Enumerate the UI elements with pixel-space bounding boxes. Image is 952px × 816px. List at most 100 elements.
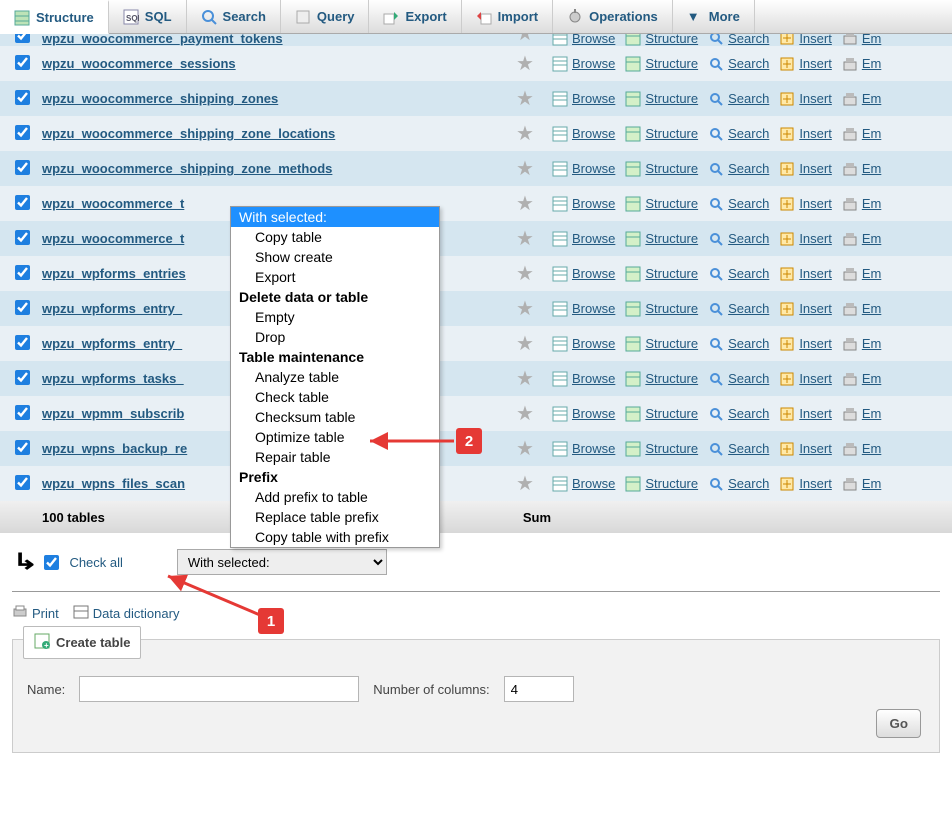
action-search[interactable]: Search: [704, 441, 773, 457]
create-table-tab[interactable]: + Create table: [23, 626, 141, 659]
menu-item[interactable]: Export: [231, 267, 439, 287]
action-insert[interactable]: Insert: [775, 441, 836, 457]
menu-item[interactable]: Copy table: [231, 227, 439, 247]
favorite-star-icon[interactable]: ★: [508, 401, 542, 426]
favorite-star-icon[interactable]: ★: [508, 261, 542, 286]
table-name-link[interactable]: wpzu_woocommerce_sessions: [42, 56, 502, 71]
action-browse[interactable]: Browse: [548, 301, 619, 317]
row-checkbox[interactable]: [15, 90, 30, 105]
action-insert[interactable]: Insert: [775, 406, 836, 422]
action-insert[interactable]: Insert: [775, 476, 836, 492]
tab-operations[interactable]: Operations: [553, 0, 673, 33]
favorite-star-icon[interactable]: ★: [508, 226, 542, 251]
menu-item[interactable]: Show create: [231, 247, 439, 267]
tab-export[interactable]: Export: [369, 0, 461, 33]
row-checkbox[interactable]: [15, 55, 30, 70]
action-insert[interactable]: Insert: [775, 91, 836, 107]
action-structure[interactable]: Structure: [621, 56, 702, 72]
row-checkbox[interactable]: [15, 34, 30, 43]
action-insert[interactable]: Insert: [775, 231, 836, 247]
row-checkbox[interactable]: [15, 195, 30, 210]
favorite-star-icon[interactable]: ★: [508, 34, 542, 46]
menu-item[interactable]: Analyze table: [231, 367, 439, 387]
action-empty[interactable]: Em: [838, 476, 886, 492]
row-checkbox[interactable]: [15, 405, 30, 420]
action-search[interactable]: Search: [704, 371, 773, 387]
action-browse[interactable]: Browse: [548, 196, 619, 212]
tab-sql[interactable]: SQLSQL: [109, 0, 187, 33]
action-search[interactable]: Search: [704, 336, 773, 352]
tab-more[interactable]: ▼More: [673, 0, 755, 33]
action-insert[interactable]: Insert: [775, 161, 836, 177]
action-search[interactable]: Search: [704, 161, 773, 177]
action-empty[interactable]: Em: [838, 196, 886, 212]
tab-search[interactable]: Search: [187, 0, 281, 33]
action-structure[interactable]: Structure: [621, 34, 702, 46]
go-button[interactable]: Go: [876, 709, 921, 738]
favorite-star-icon[interactable]: ★: [508, 191, 542, 216]
action-insert[interactable]: Insert: [775, 371, 836, 387]
action-search[interactable]: Search: [704, 301, 773, 317]
menu-item[interactable]: Checksum table: [231, 407, 439, 427]
action-structure[interactable]: Structure: [621, 266, 702, 282]
action-empty[interactable]: Em: [838, 336, 886, 352]
action-insert[interactable]: Insert: [775, 196, 836, 212]
menu-item[interactable]: Add prefix to table: [231, 487, 439, 507]
favorite-star-icon[interactable]: ★: [508, 296, 542, 321]
action-insert[interactable]: Insert: [775, 34, 836, 46]
action-insert[interactable]: Insert: [775, 336, 836, 352]
tab-import[interactable]: Import: [462, 0, 553, 33]
action-structure[interactable]: Structure: [621, 126, 702, 142]
row-checkbox[interactable]: [15, 160, 30, 175]
favorite-star-icon[interactable]: ★: [508, 471, 542, 496]
tab-query[interactable]: Query: [281, 0, 370, 33]
row-checkbox[interactable]: [15, 440, 30, 455]
action-browse[interactable]: Browse: [548, 126, 619, 142]
action-empty[interactable]: Em: [838, 441, 886, 457]
favorite-star-icon[interactable]: ★: [508, 436, 542, 461]
action-empty[interactable]: Em: [838, 406, 886, 422]
action-structure[interactable]: Structure: [621, 301, 702, 317]
table-name-link[interactable]: wpzu_woocommerce_shipping_zone_methods: [42, 161, 502, 176]
favorite-star-icon[interactable]: ★: [508, 86, 542, 111]
action-insert[interactable]: Insert: [775, 266, 836, 282]
action-insert[interactable]: Insert: [775, 126, 836, 142]
action-browse[interactable]: Browse: [548, 406, 619, 422]
action-insert[interactable]: Insert: [775, 56, 836, 72]
print-link[interactable]: Print: [32, 606, 59, 621]
table-name-link[interactable]: wpzu_woocommerce_shipping_zone_locations: [42, 126, 502, 141]
row-checkbox[interactable]: [15, 475, 30, 490]
checkall-checkbox[interactable]: [44, 555, 59, 570]
action-structure[interactable]: Structure: [621, 196, 702, 212]
action-browse[interactable]: Browse: [548, 91, 619, 107]
row-checkbox[interactable]: [15, 300, 30, 315]
action-empty[interactable]: Em: [838, 91, 886, 107]
favorite-star-icon[interactable]: ★: [508, 121, 542, 146]
action-structure[interactable]: Structure: [621, 406, 702, 422]
menu-item[interactable]: Drop: [231, 327, 439, 347]
action-search[interactable]: Search: [704, 126, 773, 142]
menu-item[interactable]: Check table: [231, 387, 439, 407]
table-name-input[interactable]: [79, 676, 359, 702]
action-empty[interactable]: Em: [838, 371, 886, 387]
action-search[interactable]: Search: [704, 34, 773, 46]
favorite-star-icon[interactable]: ★: [508, 156, 542, 181]
action-search[interactable]: Search: [704, 266, 773, 282]
favorite-star-icon[interactable]: ★: [508, 51, 542, 76]
menu-item[interactable]: Copy table with prefix: [231, 527, 439, 547]
action-structure[interactable]: Structure: [621, 336, 702, 352]
action-browse[interactable]: Browse: [548, 56, 619, 72]
action-search[interactable]: Search: [704, 196, 773, 212]
action-browse[interactable]: Browse: [548, 231, 619, 247]
action-empty[interactable]: Em: [838, 266, 886, 282]
row-checkbox[interactable]: [15, 335, 30, 350]
action-structure[interactable]: Structure: [621, 91, 702, 107]
action-search[interactable]: Search: [704, 91, 773, 107]
action-empty[interactable]: Em: [838, 161, 886, 177]
action-browse[interactable]: Browse: [548, 476, 619, 492]
action-empty[interactable]: Em: [838, 301, 886, 317]
action-browse[interactable]: Browse: [548, 34, 619, 46]
table-name-link[interactable]: wpzu_woocommerce_payment_tokens: [42, 34, 502, 46]
tab-structure[interactable]: Structure: [0, 0, 109, 34]
row-checkbox[interactable]: [15, 125, 30, 140]
